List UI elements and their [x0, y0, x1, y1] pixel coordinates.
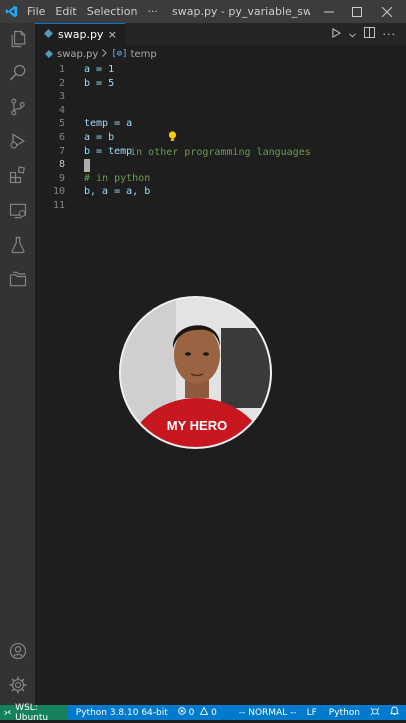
- search-icon: [9, 64, 25, 81]
- breadcrumb: swap.py [⊘] temp: [35, 45, 406, 63]
- tab-bar: swap.py × ···: [35, 23, 406, 45]
- extensions-button[interactable]: [0, 159, 35, 191]
- manage-button[interactable]: [0, 669, 35, 701]
- code-line: 3: [58, 91, 65, 103]
- problems-indicator[interactable]: 0 0: [173, 706, 222, 718]
- accounts-button[interactable]: [0, 635, 35, 667]
- python-file-icon: [45, 50, 53, 58]
- testing-button[interactable]: [0, 229, 35, 261]
- remote-indicator[interactable]: WSL: Ubuntu: [0, 703, 68, 723]
- tab-swap-py[interactable]: swap.py ×: [35, 23, 125, 45]
- remote-icon: [4, 710, 11, 715]
- account-icon: [9, 642, 26, 660]
- code-line: 11: [52, 200, 65, 211]
- maximize-icon: [352, 6, 362, 17]
- explorer-button[interactable]: [0, 23, 35, 55]
- vim-mode: -- NORMAL --: [238, 707, 297, 718]
- source-control-icon: [10, 98, 25, 116]
- feedback-button[interactable]: [365, 707, 385, 719]
- language-mode[interactable]: Python: [324, 708, 365, 718]
- bell-icon: [390, 706, 399, 716]
- minimize-button[interactable]: [314, 0, 344, 23]
- close-window-button[interactable]: [372, 0, 402, 23]
- gear-icon: [9, 676, 26, 694]
- breadcrumb-symbol[interactable]: [⊘] temp: [111, 49, 156, 60]
- activity-bar: [0, 23, 35, 705]
- more-actions-button[interactable]: ···: [383, 28, 397, 41]
- chevron-down-icon: [348, 32, 356, 37]
- remote-explorer-icon: [9, 203, 26, 219]
- text-cursor: [84, 158, 90, 172]
- menu-selection[interactable]: Selection: [82, 5, 143, 18]
- notifications-button[interactable]: [385, 706, 406, 719]
- run-debug-button[interactable]: [0, 125, 35, 157]
- editor-actions: ···: [331, 23, 397, 45]
- folders-icon: [9, 271, 26, 287]
- remote-explorer-button[interactable]: [0, 195, 35, 227]
- python-interpreter[interactable]: Python 3.8.10 64-bit: [71, 708, 173, 718]
- code-line: 2 b = 5: [58, 77, 115, 89]
- webcam-overlay: MY HERO: [119, 296, 272, 449]
- run-debug-icon: [9, 133, 25, 149]
- window-title: swap.py - py_variable_swapping [...: [172, 5, 310, 18]
- files-icon: [11, 30, 25, 48]
- minimize-icon: [324, 11, 334, 12]
- close-icon: [382, 6, 392, 17]
- run-button[interactable]: [331, 27, 341, 41]
- code-line: 9 # in python: [58, 172, 151, 184]
- error-icon: [177, 707, 189, 718]
- chevron-right-icon: [102, 48, 108, 60]
- warning-icon: [199, 706, 211, 718]
- source-control-button[interactable]: [0, 91, 35, 123]
- tab-label: swap.py: [58, 28, 104, 41]
- menu-file[interactable]: File: [22, 5, 50, 18]
- project-manager-button[interactable]: [0, 263, 35, 295]
- presenter-avatar: MY HERO: [121, 298, 270, 447]
- end-of-line[interactable]: LF: [302, 708, 322, 718]
- run-options-button[interactable]: [348, 28, 356, 41]
- code-line: 7 b = temp: [58, 145, 133, 157]
- title-bar: File Edit Selection ··· swap.py - py_var…: [0, 0, 406, 23]
- variable-icon: [⊘]: [111, 49, 128, 59]
- flask-icon: [10, 236, 25, 254]
- code-line: 6 a = b: [58, 132, 115, 143]
- tab-close-button[interactable]: ×: [108, 28, 117, 41]
- breadcrumb-file[interactable]: swap.py: [45, 49, 98, 60]
- split-editor-button[interactable]: [363, 27, 375, 41]
- menu-more[interactable]: ···: [142, 5, 163, 18]
- play-icon: [331, 27, 341, 38]
- vscode-logo-icon: [0, 0, 22, 23]
- maximize-button[interactable]: [342, 0, 372, 23]
- python-file-icon: [44, 28, 53, 41]
- code-line: 5 temp = a: [58, 118, 133, 130]
- extensions-icon: [9, 166, 25, 184]
- feedback-icon: [370, 707, 380, 715]
- code-line-current: 8: [35, 158, 406, 172]
- split-editor-icon: [363, 27, 375, 38]
- status-bar: WSL: Ubuntu Python 3.8.10 64-bit 0 0 -- …: [0, 703, 406, 723]
- shirt-text: MY HERO: [167, 418, 227, 433]
- search-button[interactable]: [0, 57, 35, 89]
- code-line: 10 b, a = a, b: [52, 186, 151, 198]
- code-line: 4 in other programming languages: [58, 104, 311, 159]
- code-line: 1 a = 1: [58, 64, 115, 75]
- menu-edit[interactable]: Edit: [50, 5, 81, 18]
